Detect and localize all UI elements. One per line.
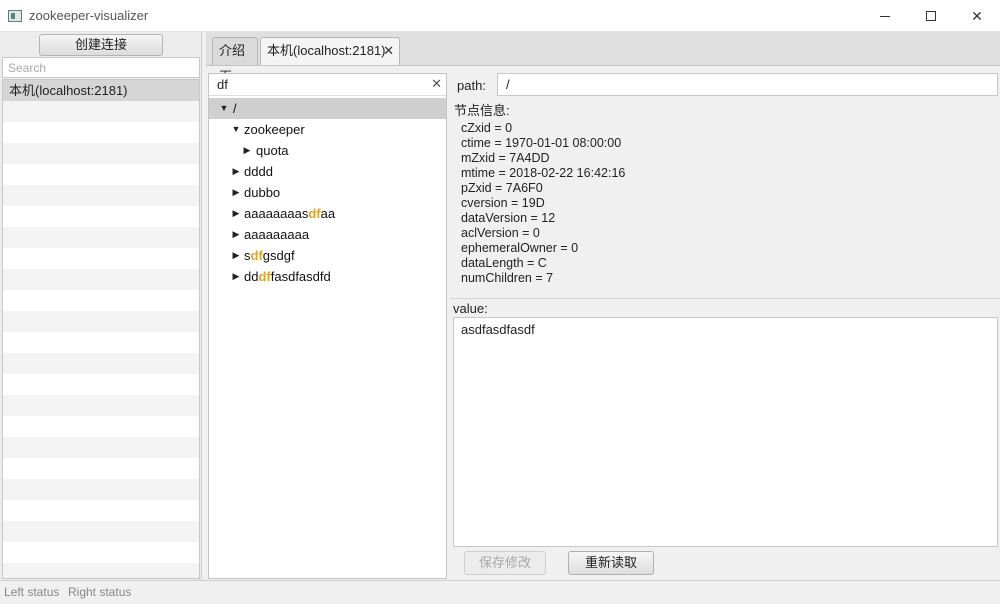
connection-item[interactable]: 本机(localhost:2181)	[3, 80, 199, 101]
tree-node-label: aaaaaaaaa	[244, 227, 310, 242]
collapsed-arrow-icon[interactable]: ▶	[231, 245, 241, 266]
clear-filter-icon[interactable]: ✕	[431, 76, 442, 92]
connection-sidebar: 创建连接 本机(localhost:2181)	[0, 32, 202, 580]
tree-node-root[interactable]: ▼ /	[209, 98, 446, 119]
path-input[interactable]	[497, 73, 998, 96]
stat-numchildren: numChildren = 7	[461, 271, 554, 285]
tab-localhost[interactable]: 本机(localhost:2181) ✕	[260, 37, 400, 65]
app-icon	[8, 10, 22, 22]
tree-node[interactable]: ▶ aaaaaaaasdfaa	[209, 203, 446, 224]
reload-button[interactable]: 重新读取	[568, 551, 654, 575]
tree-node[interactable]: ▶ dubbo	[209, 182, 446, 203]
tree-node-label: quota	[256, 143, 289, 158]
stat-pzxid: pZxid = 7A6F0	[461, 181, 543, 195]
stat-datalength: dataLength = C	[461, 256, 547, 270]
tree-node[interactable]: ▶ dddffasdfasdfd	[209, 266, 446, 287]
value-textarea[interactable]: asdfasdfasdf	[453, 317, 998, 547]
tree-node-label: dubbo	[244, 185, 281, 200]
node-filter-input[interactable]	[209, 74, 446, 96]
status-bar: Left status Right status	[0, 580, 1000, 604]
collapsed-arrow-icon[interactable]: ▶	[242, 140, 252, 161]
expanded-arrow-icon[interactable]: ▼	[219, 98, 229, 119]
stat-ephemeralowner: ephemeralOwner = 0	[461, 241, 579, 255]
tree-node[interactable]: ▶ dddd	[209, 161, 446, 182]
expanded-arrow-icon[interactable]: ▼	[231, 119, 241, 140]
node-info-title: 节点信息:	[454, 103, 510, 118]
connection-list[interactable]: 本机(localhost:2181)	[2, 79, 200, 579]
node-tree-panel: ✕ ▼ / ▼ zookeeper ▶ quota ▶ dddd ▶ dubbo	[208, 73, 447, 579]
divider	[450, 298, 1000, 299]
collapsed-arrow-icon[interactable]: ▶	[231, 224, 241, 245]
tree-node[interactable]: ▶ sdfgsdgf	[209, 245, 446, 266]
stat-ctime: ctime = 1970-01-01 08:00:00	[461, 136, 622, 150]
minimize-icon[interactable]	[862, 0, 908, 32]
collapsed-arrow-icon[interactable]: ▶	[231, 203, 241, 224]
window-title: zookeeper-visualizer	[29, 8, 149, 23]
path-label: path:	[457, 78, 486, 93]
stat-cversion: cversion = 19D	[461, 196, 545, 210]
value-label: value:	[453, 301, 488, 316]
tree-node-label: dddffasdfasdfd	[244, 269, 331, 284]
main-area: 创建连接 本机(localhost:2181) 介绍页 本机(localhost…	[0, 32, 1000, 580]
tab-label: 本机(localhost:2181)	[267, 43, 386, 58]
stat-dataversion: dataVersion = 12	[461, 211, 556, 225]
maximize-icon[interactable]	[908, 0, 954, 32]
close-tab-icon[interactable]: ✕	[383, 38, 394, 64]
connection-search-input[interactable]	[2, 57, 200, 78]
title-bar: zookeeper-visualizer ✕	[0, 0, 1000, 32]
node-stats: cZxid = 0 ctime = 1970-01-01 08:00:00 mZ…	[461, 121, 625, 286]
tree-node-label: sdfgsdgf	[244, 248, 295, 263]
tree-node-label: aaaaaaaasdfaa	[244, 206, 336, 221]
tree-node-label: zookeeper	[244, 122, 305, 137]
stat-mtime: mtime = 2018-02-22 16:42:16	[461, 166, 626, 180]
right-status: Right status	[68, 585, 132, 599]
tree-node[interactable]: ▶ quota	[209, 140, 446, 161]
collapsed-arrow-icon[interactable]: ▶	[231, 266, 241, 287]
tree-node[interactable]: ▼ zookeeper	[209, 119, 446, 140]
node-tree: ▼ / ▼ zookeeper ▶ quota ▶ dddd ▶ dubbo ▶…	[209, 98, 446, 287]
node-info-panel: path: 节点信息: cZxid = 0 ctime = 1970-01-01…	[450, 73, 1000, 579]
save-changes-button[interactable]: 保存修改	[464, 551, 546, 575]
tab-strip: 介绍页 本机(localhost:2181) ✕	[206, 32, 1000, 84]
stat-aclversion: aclVersion = 0	[461, 226, 540, 240]
tree-node-label: dddd	[244, 164, 273, 179]
tree-node[interactable]: ▶ aaaaaaaaa	[209, 224, 446, 245]
tree-node-label: /	[233, 101, 237, 116]
stat-czxid: cZxid = 0	[461, 121, 513, 135]
collapsed-arrow-icon[interactable]: ▶	[231, 182, 241, 203]
tab-intro[interactable]: 介绍页	[212, 37, 258, 84]
create-connection-button[interactable]: 创建连接	[39, 34, 163, 56]
left-status: Left status	[4, 585, 60, 599]
stat-mzxid: mZxid = 7A4DD	[461, 151, 550, 165]
close-icon[interactable]: ✕	[954, 0, 1000, 32]
collapsed-arrow-icon[interactable]: ▶	[231, 161, 241, 182]
